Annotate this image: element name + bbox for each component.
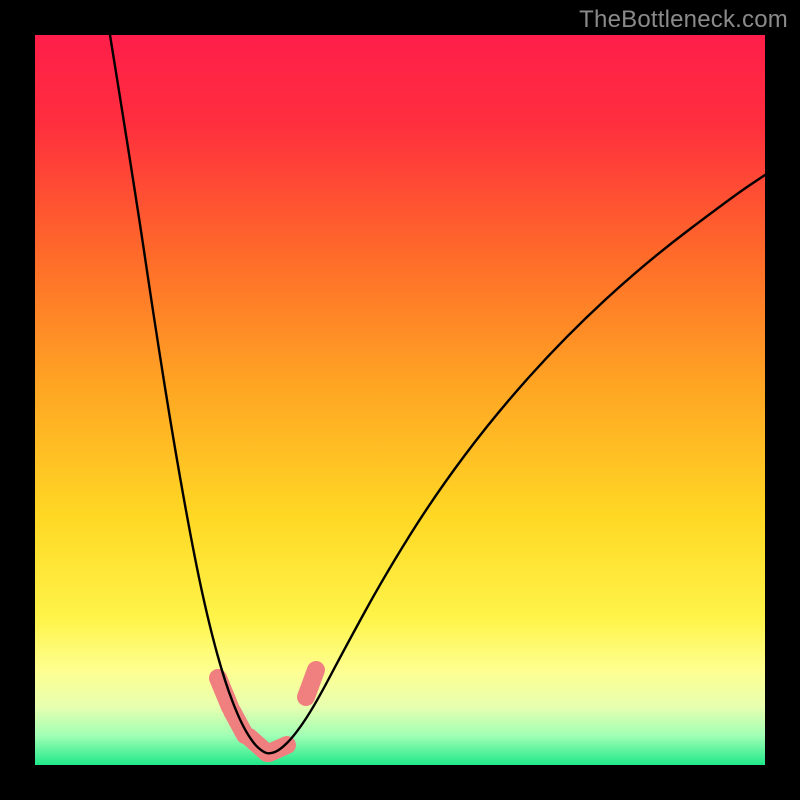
chart-marker: [306, 670, 316, 697]
chart-frame: TheBottleneck.com: [0, 0, 800, 800]
watermark-text: TheBottleneck.com: [579, 6, 788, 34]
plot-area: [35, 35, 765, 765]
bottleneck-chart: [35, 35, 765, 765]
